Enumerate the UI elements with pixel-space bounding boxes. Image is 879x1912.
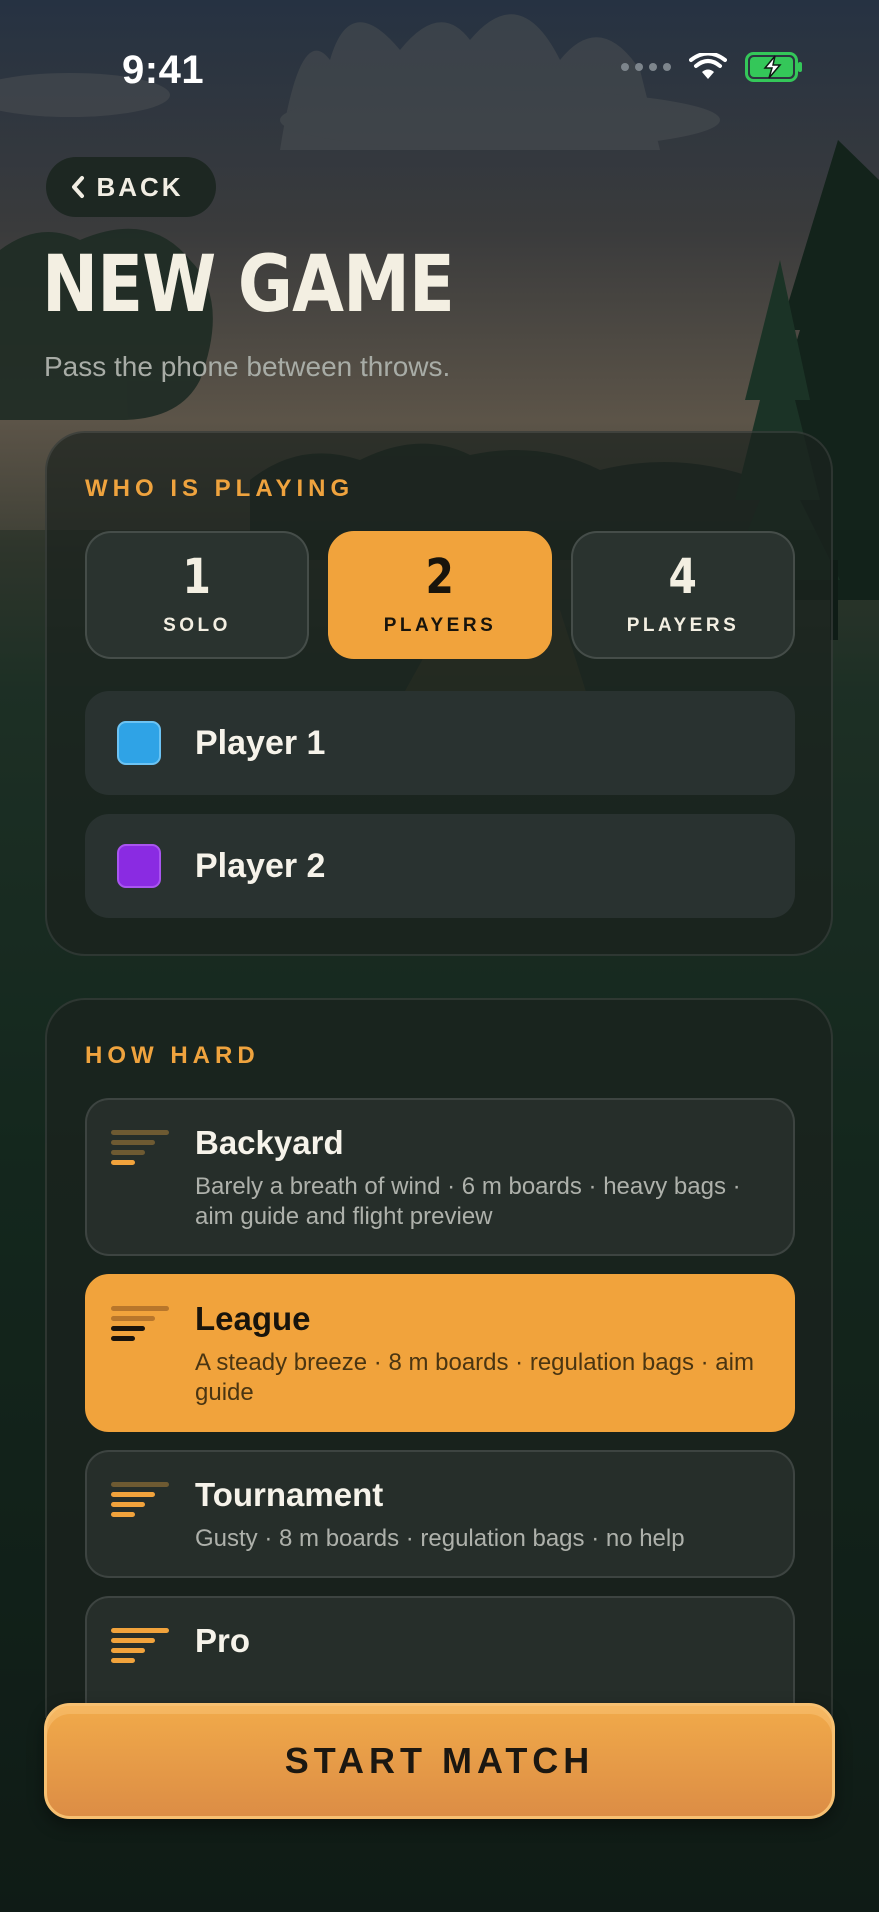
- difficulty-level-1-icon: [111, 1130, 169, 1165]
- difficulty-panel: HOW HARD Backyard Barely a breath of win…: [45, 998, 833, 1718]
- player-count-number: 2: [425, 549, 455, 605]
- difficulty-name: League: [195, 1300, 311, 1337]
- page-subtitle: Pass the phone between throws.: [44, 351, 451, 382]
- difficulty-option-pro[interactable]: Pro: [85, 1596, 795, 1718]
- difficulty-level-4-icon: [111, 1628, 169, 1663]
- status-bar: 9:41: [0, 0, 879, 140]
- page-title: NEW GAME: [42, 240, 455, 330]
- player-color-swatch[interactable]: [117, 721, 161, 765]
- start-match-button[interactable]: START MATCH: [44, 1703, 835, 1819]
- back-button-label: BACK: [96, 171, 184, 202]
- player-count-number: 1: [182, 549, 212, 605]
- player-count-option-2[interactable]: 2 PLAYERS: [328, 531, 552, 659]
- difficulty-option-backyard[interactable]: Backyard Barely a breath of wind · 6 m b…: [85, 1098, 795, 1256]
- player-name[interactable]: Player 2: [195, 847, 325, 886]
- difficulty-option-league[interactable]: League A steady breeze · 8 m boards · re…: [85, 1274, 795, 1432]
- status-icons: [621, 52, 803, 82]
- difficulty-description: Barely a breath of wind · 6 m boards · h…: [195, 1173, 741, 1230]
- status-time: 9:41: [122, 48, 205, 92]
- battery-charging-icon: [745, 52, 802, 82]
- player-row-2[interactable]: Player 2: [85, 814, 795, 918]
- player-count-number: 4: [668, 549, 698, 605]
- difficulty-name: Tournament: [195, 1476, 384, 1513]
- player-count-label: PLAYERS: [383, 615, 497, 636]
- difficulty-description: A steady breeze · 8 m boards · regulatio…: [195, 1349, 754, 1406]
- player-count-label: PLAYERS: [626, 615, 740, 636]
- chevron-left-icon: [72, 176, 85, 198]
- signal-icon: [621, 63, 671, 71]
- difficulty-level-2-icon: [111, 1306, 169, 1341]
- difficulty-level-3-icon: [111, 1482, 169, 1517]
- player-row-1[interactable]: Player 1: [85, 691, 795, 795]
- difficulty-name: Backyard: [195, 1124, 344, 1161]
- player-count-option-solo[interactable]: 1 SOLO: [85, 531, 309, 659]
- back-button[interactable]: BACK: [46, 157, 216, 217]
- difficulty-section-label: HOW HARD: [85, 1042, 260, 1069]
- player-count-label: SOLO: [163, 615, 231, 636]
- players-panel: WHO IS PLAYING 1 SOLO 2 PLAYERS 4 PLAYER…: [45, 431, 833, 956]
- difficulty-description: Gusty · 8 m boards · regulation bags · n…: [195, 1525, 685, 1552]
- wifi-icon: [689, 53, 727, 79]
- difficulty-option-tournament[interactable]: Tournament Gusty · 8 m boards · regulati…: [85, 1450, 795, 1578]
- difficulty-name: Pro: [195, 1622, 251, 1659]
- players-section-label: WHO IS PLAYING: [85, 475, 355, 502]
- player-count-option-4[interactable]: 4 PLAYERS: [571, 531, 795, 659]
- player-color-swatch[interactable]: [117, 844, 161, 888]
- player-name[interactable]: Player 1: [195, 724, 325, 763]
